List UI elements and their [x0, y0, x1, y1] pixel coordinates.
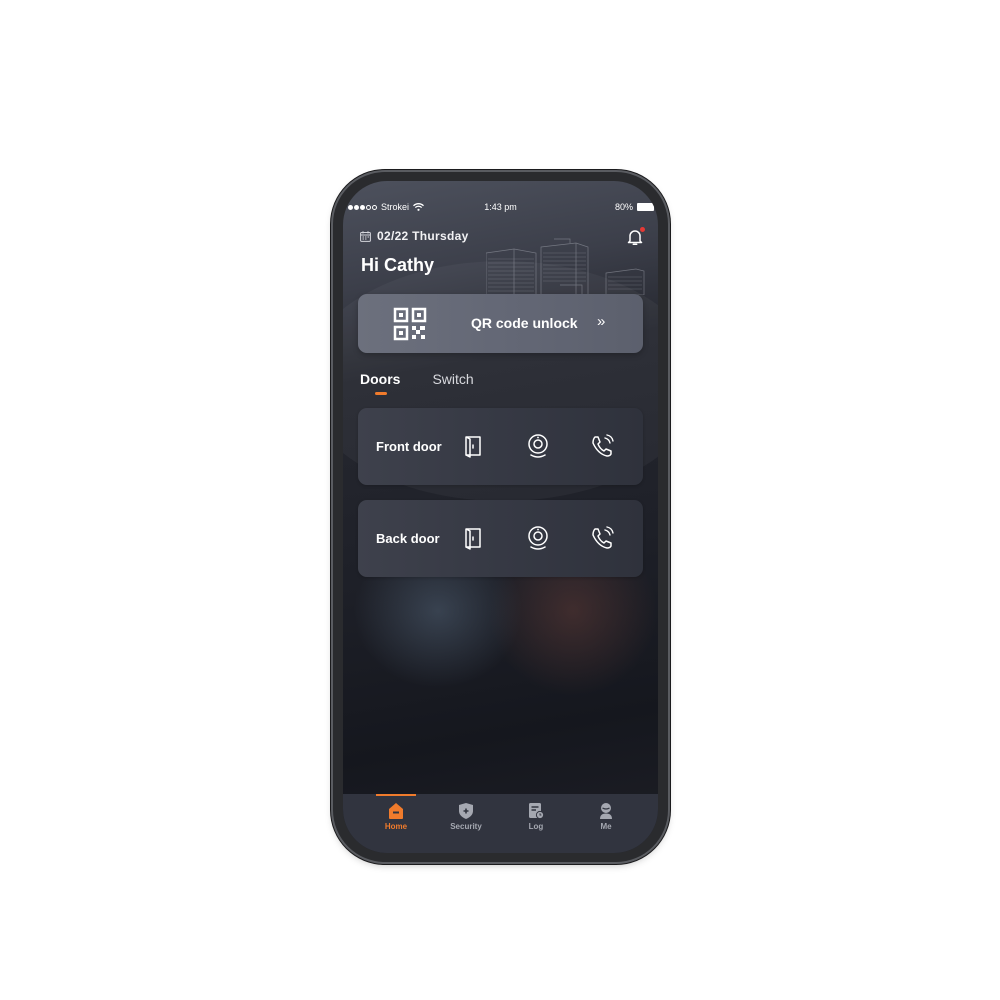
door-name: Front door [376, 439, 442, 454]
calendar-icon [360, 230, 371, 242]
qr-code-unlock-button[interactable]: QR code unlock » [358, 294, 643, 353]
double-chevron-right-icon: » [597, 313, 606, 330]
qr-code-unlock-label: QR code unlock [471, 315, 578, 331]
active-tab-indicator [375, 392, 387, 395]
nav-me[interactable]: Me [576, 802, 636, 831]
status-time: 1:43 pm [484, 202, 517, 212]
battery-percent: 80% [614, 202, 633, 212]
phone-screen: Strokei 1:43 pm 80% 02/22 Thursday Hi Ca… [343, 181, 658, 853]
qr-code-icon [393, 307, 427, 341]
home-icon [389, 803, 403, 819]
notifications-button[interactable] [626, 227, 645, 246]
doors-switch-tabs: Doors Switch [360, 371, 474, 395]
tab-switch-label: Switch [432, 371, 474, 387]
call-icon[interactable] [589, 433, 615, 459]
shield-icon [459, 803, 473, 819]
nav-security-label: Security [450, 822, 482, 831]
buildings-illustration [486, 238, 645, 295]
camera-monitor-icon[interactable] [525, 525, 551, 551]
nav-security[interactable]: Security [436, 802, 496, 831]
tab-doors-label: Doors [360, 371, 401, 387]
call-icon[interactable] [589, 525, 615, 551]
date-row: 02/22 Thursday [360, 229, 469, 243]
nav-home[interactable]: Home [366, 802, 426, 831]
log-icon [529, 803, 544, 820]
notification-badge [640, 227, 645, 232]
door-unlock-icon[interactable] [460, 525, 486, 551]
user-icon [600, 803, 612, 819]
nav-me-label: Me [600, 822, 612, 831]
bottom-nav: Home Security Log Me [343, 794, 658, 853]
date-text: 02/22 Thursday [377, 229, 469, 243]
nav-home-label: Home [384, 822, 408, 831]
active-nav-indicator [376, 794, 416, 796]
door-name: Back door [376, 531, 440, 546]
nav-log-label: Log [528, 822, 544, 831]
door-card-back: Back door [358, 500, 643, 577]
door-card-front: Front door [358, 408, 643, 485]
battery-icon [637, 203, 656, 211]
status-bar: Strokei 1:43 pm 80% [343, 202, 658, 216]
greeting: Hi Cathy [361, 255, 435, 275]
camera-monitor-icon[interactable] [525, 433, 551, 459]
nav-log[interactable]: Log [506, 802, 566, 831]
tab-switch[interactable]: Switch [432, 371, 473, 387]
door-unlock-icon[interactable] [460, 433, 486, 459]
tab-doors[interactable]: Doors [360, 371, 401, 395]
status-right: 80% [614, 202, 656, 212]
